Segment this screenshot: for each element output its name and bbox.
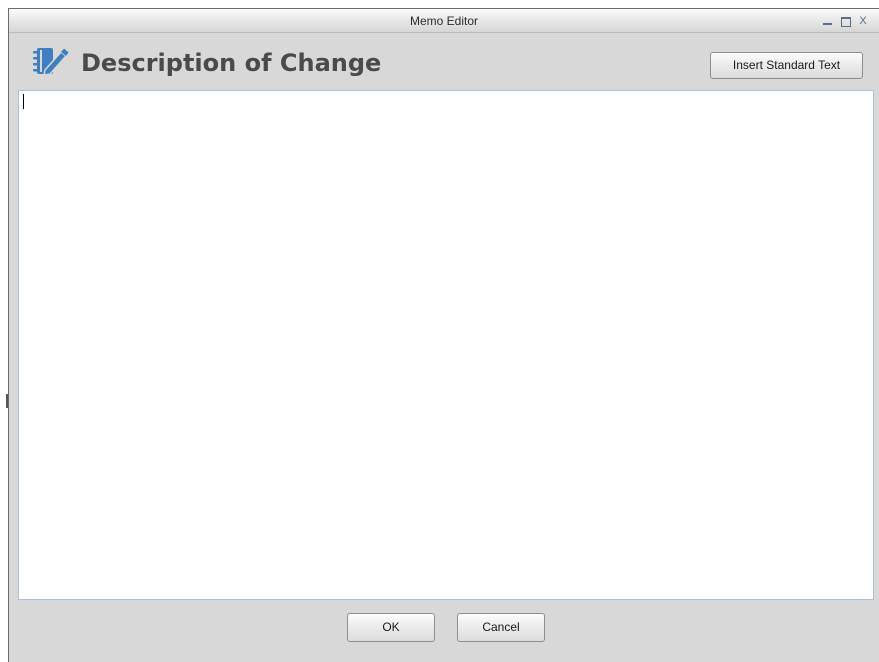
notebook-pencil-icon (33, 48, 69, 76)
window-controls: X (821, 13, 869, 29)
minimize-icon[interactable] (821, 14, 833, 28)
insert-standard-text-button[interactable]: Insert Standard Text (710, 52, 863, 79)
close-icon[interactable]: X (857, 14, 869, 28)
text-caret (23, 94, 24, 109)
memo-editor-window: Memo Editor X Description of Change Inse… (8, 8, 879, 662)
background-app-strip (0, 0, 879, 8)
maximize-icon[interactable] (839, 14, 851, 28)
cancel-button[interactable]: Cancel (457, 613, 545, 642)
page-title: Description of Change (81, 49, 382, 77)
ok-button[interactable]: OK (347, 613, 435, 642)
dialog-header: Description of Change Insert Standard Te… (9, 34, 879, 90)
window-title: Memo Editor (409, 14, 479, 28)
title-bar[interactable]: Memo Editor X (9, 9, 879, 33)
dialog-footer: OK Cancel (9, 600, 879, 662)
memo-text-area[interactable] (18, 90, 874, 600)
background-app-edge (0, 8, 8, 662)
